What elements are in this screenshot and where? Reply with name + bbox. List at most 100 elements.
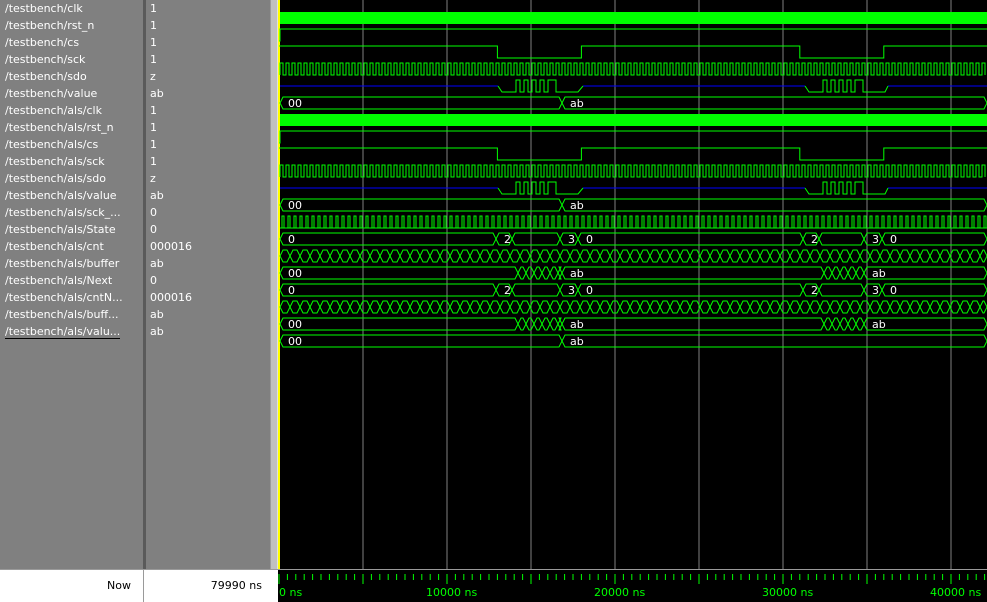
cntnext-bus-segment — [449, 300, 461, 314]
cntnext-bus-segment — [559, 300, 571, 314]
cnt-bus-segment — [809, 249, 821, 263]
valuenext-bus-label: ab — [570, 335, 584, 348]
cnt-bus-segment — [749, 249, 761, 263]
signal-value-row[interactable]: z — [146, 170, 270, 187]
signal-value-row[interactable]: 0 — [146, 221, 270, 238]
signal-name-row[interactable]: /testbench/sdo — [0, 68, 143, 85]
signal-value-row[interactable]: ab — [146, 255, 270, 272]
signal-value-row[interactable]: 1 — [146, 119, 270, 136]
cnt-bus-segment — [879, 249, 891, 263]
signal-name-label: /testbench/als/sdo — [5, 172, 106, 185]
value-bus-segment — [561, 96, 987, 110]
signal-value-row[interactable]: 1 — [146, 17, 270, 34]
now-label: Now — [107, 579, 131, 592]
signal-name-row[interactable]: /testbench/als/cnt — [0, 238, 143, 255]
signal-value-label: 0 — [150, 223, 157, 236]
signal-name-row[interactable]: /testbench/als/sck_... — [0, 204, 143, 221]
cnt-bus-segment — [819, 249, 831, 263]
als-value-bus-segment — [279, 198, 563, 212]
signal-value-label: 1 — [150, 36, 157, 49]
signal-name-label: /testbench/als/buff... — [5, 308, 119, 321]
next-bus-label: 0 — [288, 284, 295, 297]
signal-name-row[interactable]: /testbench/rst_n — [0, 17, 143, 34]
waveform-pane[interactable]: 00 ab 00 ab 0 2 3 0 2 3 0 00 ab ab 0 2 3 0 2 3 0 00 ab ab 00 ab — [278, 0, 987, 569]
signal-value-row[interactable]: 1 — [146, 136, 270, 153]
als-value-bus-segment — [561, 198, 987, 212]
buffer-shift-bus-segment — [525, 266, 535, 280]
buffnext-bus-label: ab — [570, 318, 584, 331]
cnt-bus-segment — [429, 249, 441, 263]
signal-name-row[interactable]: /testbench/als/buffer — [0, 255, 143, 272]
buffer-shift-bus-segment — [855, 266, 865, 280]
cntnext-bus-segment — [829, 300, 841, 314]
signal-name-row[interactable]: /testbench/als/sck — [0, 153, 143, 170]
signal-value-row[interactable]: z — [146, 68, 270, 85]
signal-value-row[interactable]: 0 — [146, 272, 270, 289]
signal-value-row[interactable]: 000016 — [146, 238, 270, 255]
signal-value-row[interactable]: 1 — [146, 51, 270, 68]
signal-name-row[interactable]: /testbench/als/rst_n — [0, 119, 143, 136]
next-bus-label: 0 — [890, 284, 897, 297]
signal-name-label: /testbench/als/rst_n — [5, 121, 114, 134]
signal-value-row[interactable]: ab — [146, 323, 270, 340]
signal-value-row[interactable]: 1 — [146, 0, 270, 17]
cntnext-bus-segment — [419, 300, 431, 314]
cntnext-bus-segment — [899, 300, 911, 314]
signal-name-label: /testbench/value — [5, 87, 98, 100]
signal-name-row[interactable]: /testbench/als/clk — [0, 102, 143, 119]
signal-name-row[interactable]: /testbench/value — [0, 85, 143, 102]
signal-value-row[interactable]: 1 — [146, 34, 270, 51]
signal-name-row[interactable]: /testbench/clk — [0, 0, 143, 17]
signal-name-row[interactable]: /testbench/als/cs — [0, 136, 143, 153]
cnt-bus-segment — [789, 249, 801, 263]
signal-name-row[interactable]: /testbench/als/buff... — [0, 306, 143, 323]
signal-value-row[interactable]: 1 — [146, 153, 270, 170]
signal-name-row[interactable]: /testbench/als/State — [0, 221, 143, 238]
next-bus-segment — [881, 283, 987, 297]
signal-value-label: 1 — [150, 155, 157, 168]
signal-name-label: /testbench/als/buffer — [5, 257, 120, 270]
als-sdo-wave-burst — [804, 181, 889, 195]
signal-name-row[interactable]: /testbench/sck — [0, 51, 143, 68]
signal-value-label: 0 — [150, 206, 157, 219]
signal-name-row[interactable]: /testbench/als/value — [0, 187, 143, 204]
pane-splitter-wave[interactable] — [270, 0, 278, 601]
cntnext-bus-segment — [939, 300, 951, 314]
cntnext-bus-segment — [439, 300, 451, 314]
signal-value-label: ab — [150, 325, 164, 338]
signal-value-row[interactable]: ab — [146, 187, 270, 204]
signal-value-row[interactable]: 000016 — [146, 289, 270, 306]
signal-value-row[interactable]: 0 — [146, 204, 270, 221]
signal-value-label: 1 — [150, 104, 157, 117]
signal-name-label: /testbench/als/State — [5, 223, 116, 236]
cs-wave — [279, 45, 987, 59]
signal-name-row[interactable]: /testbench/als/valu... — [0, 323, 143, 340]
buffnext-shift-bus-segment — [823, 317, 833, 331]
cntnext-bus-segment — [329, 300, 341, 314]
sdo-wave-burst — [804, 79, 889, 93]
rst-n-wave — [279, 28, 987, 42]
cnt-bus-segment — [399, 249, 411, 263]
next-bus-label: 3 — [568, 284, 575, 297]
cnt-bus-segment — [669, 249, 681, 263]
signal-value-row[interactable]: ab — [146, 306, 270, 323]
buffnext-shift-bus-segment — [839, 317, 849, 331]
signal-name-row[interactable]: /testbench/als/Next — [0, 272, 143, 289]
signal-name-row[interactable]: /testbench/als/cntN... — [0, 289, 143, 306]
cnt-bus-segment — [679, 249, 691, 263]
cnt-bus-segment — [969, 249, 981, 263]
state-bus-label: 0 — [586, 233, 593, 246]
waveform-canvas[interactable]: 00 ab00 ab0 2 3 0 2 3 000 ab ab0 2 3 0 2 3 000 ab ab00 ab — [278, 0, 987, 569]
cnt-bus-segment — [729, 249, 741, 263]
signal-name-row[interactable]: /testbench/als/sdo — [0, 170, 143, 187]
signal-name-row[interactable]: /testbench/cs — [0, 34, 143, 51]
signal-name-label: /testbench/sck — [5, 53, 86, 66]
signal-value-label: 1 — [150, 19, 157, 32]
signal-value-row[interactable]: 1 — [146, 102, 270, 119]
cntnext-bus-segment — [359, 300, 371, 314]
cnt-bus-segment — [299, 249, 311, 263]
signal-value-row[interactable]: ab — [146, 85, 270, 102]
next-bus-label: 2 — [504, 284, 511, 297]
buffer-shift-bus-segment — [549, 266, 559, 280]
cnt-bus-segment — [849, 249, 861, 263]
